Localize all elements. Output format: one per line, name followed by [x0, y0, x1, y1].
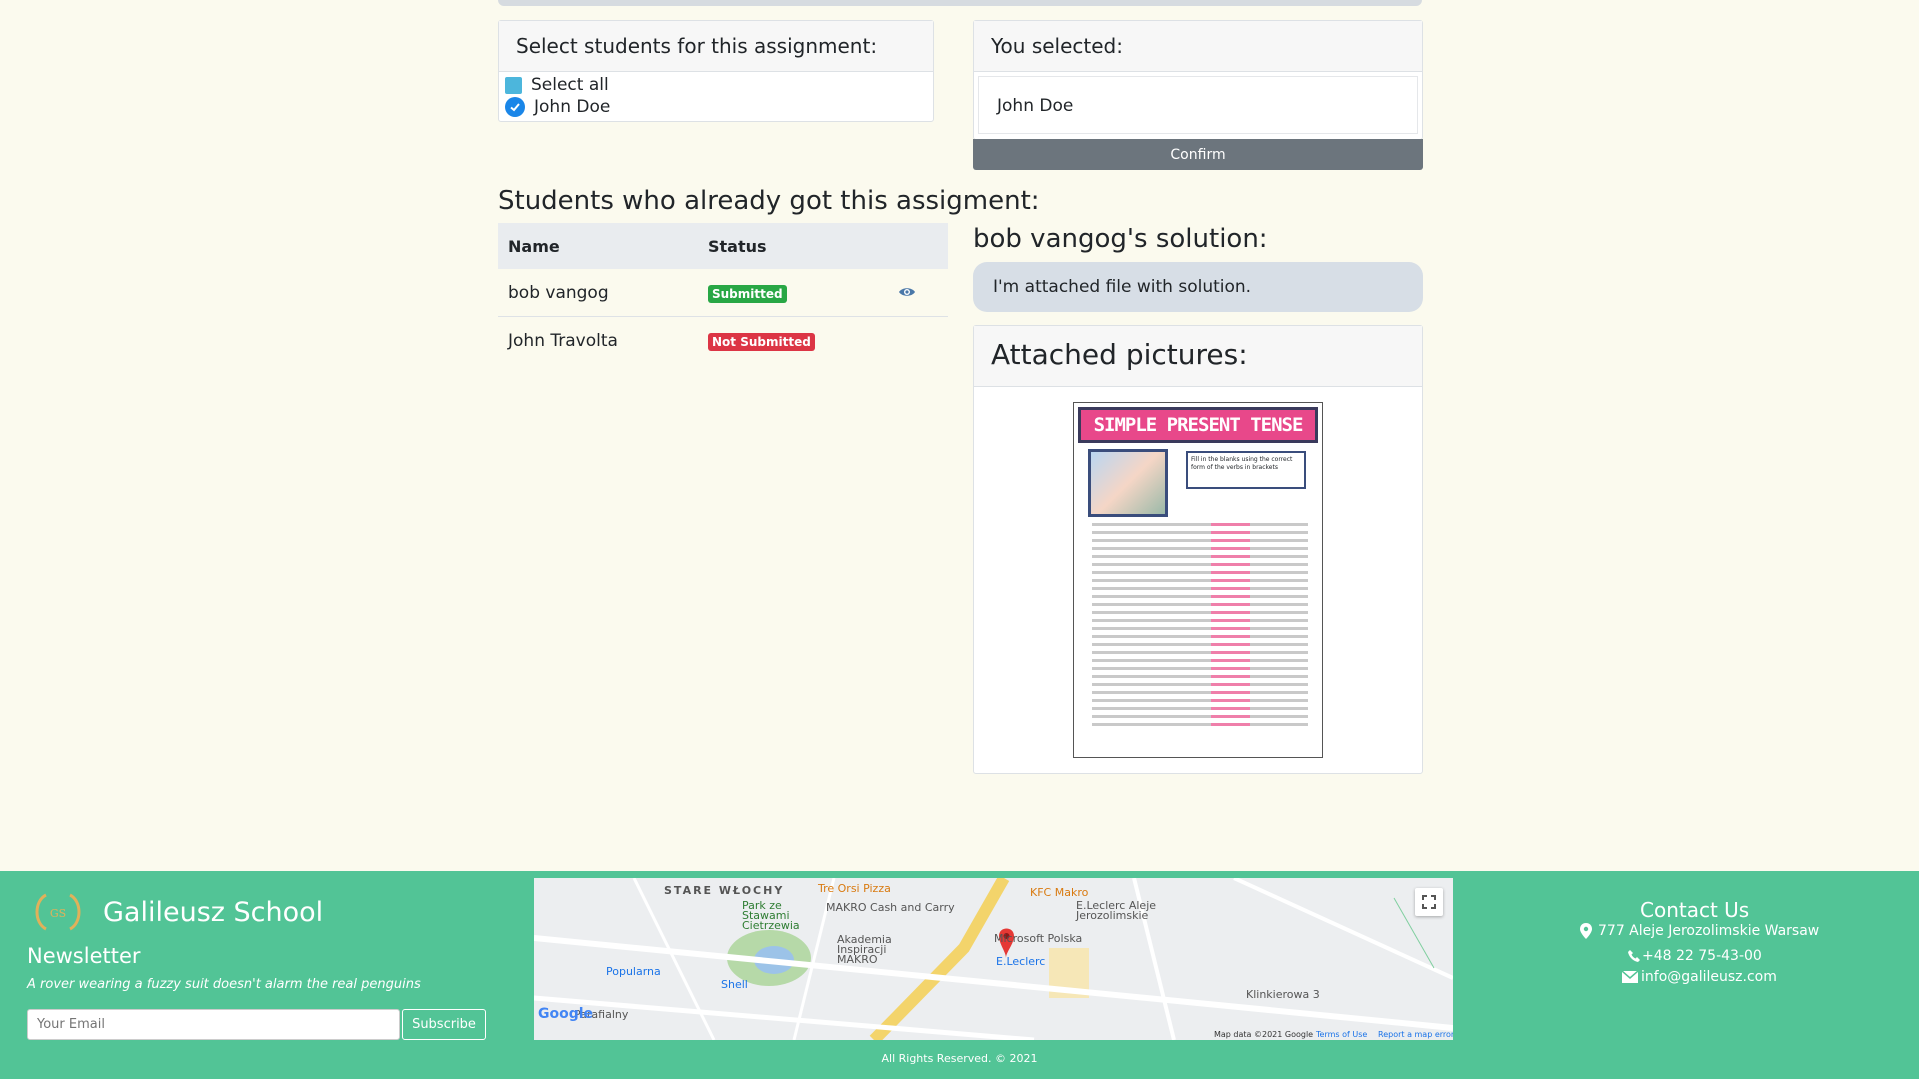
attached-pictures-card: Attached pictures: SIMPLE PRESENT TENSE … [973, 325, 1423, 774]
column-header-status: Status [708, 236, 767, 256]
copyright: All Rights Reserved. © 2021 [881, 1052, 1038, 1065]
map-report-link[interactable]: Report a map error [1378, 1030, 1453, 1039]
selected-student: John Doe [978, 76, 1418, 134]
map-label: Popularna [606, 965, 661, 978]
map-label: E.Leclerc Aleje Jerozolimskie [1076, 899, 1157, 922]
map-label: Akademia Inspiracji MAKRO [837, 933, 892, 966]
map-label: Microsoft Polska [994, 932, 1083, 945]
map-data-note: Map data ©2021 Google [1214, 1030, 1314, 1039]
status-badge: Not Submitted [708, 332, 815, 351]
worksheet-instructions: Fill in the blanks using the correct for… [1186, 451, 1306, 489]
newsletter-tagline: A rover wearing a fuzzy suit doesn't ala… [27, 977, 421, 992]
solution-text: I'm attached file with solution. [973, 262, 1423, 312]
email-text: info@galileusz.com [1641, 969, 1777, 985]
location-icon [1580, 923, 1592, 939]
students-table: Name Status bob vangog Submitted John Tr… [498, 223, 948, 364]
table-header: Name Status [498, 223, 948, 269]
confirm-button[interactable]: Confirm [973, 139, 1423, 170]
select-students-card: Select students for this assignment: Sel… [498, 20, 934, 122]
subscribe-button[interactable]: Subscribe [402, 1009, 486, 1040]
map-label: MAKRO Cash and Carry [826, 901, 955, 914]
school-name: Galileusz School [103, 897, 324, 928]
contact-address: 777 Aleje Jerozolimskie Warsaw [1580, 923, 1819, 939]
phone-icon [1628, 950, 1640, 962]
address-text: 777 Aleje Jerozolimskie Warsaw [1598, 923, 1820, 939]
selected-students-card: You selected: John Doe [973, 20, 1423, 140]
selected-title: You selected: [974, 21, 1422, 72]
map-label: Shell [721, 978, 748, 991]
location-map[interactable]: STARE WŁOCHY Tre Orsi Pizza KFC Makro Pa… [534, 878, 1453, 1040]
already-assigned-title: Students who already got this assigment: [498, 186, 1040, 216]
eye-icon[interactable] [898, 283, 948, 303]
student-name: bob vangog [508, 282, 609, 303]
map-roads [534, 878, 1453, 1040]
select-students-title: Select students for this assignment: [499, 21, 933, 72]
google-logo: Google [538, 1006, 594, 1022]
table-row[interactable]: John Travolta Not Submitted [498, 317, 948, 364]
footer: GS Galileusz School Newsletter A rover w… [0, 871, 1919, 1079]
svg-text:GS: GS [50, 907, 66, 920]
checkbox-icon [505, 76, 522, 94]
table-row[interactable]: bob vangog Submitted [498, 269, 948, 317]
checked-icon [505, 97, 525, 117]
contact-title: Contact Us [1640, 898, 1750, 922]
map-terms-link[interactable]: Terms of Use [1316, 1030, 1367, 1039]
map-label: STARE WŁOCHY [664, 884, 785, 897]
map-label: Park ze Stawami Cietrzewia [742, 899, 800, 932]
map-label: E.Leclerc [996, 955, 1046, 968]
attached-picture[interactable]: SIMPLE PRESENT TENSE Fill in the blanks … [1073, 402, 1323, 758]
select-all-checkbox[interactable]: Select all [499, 74, 933, 96]
map-label: KFC Makro [1030, 886, 1089, 899]
school-logo: GS [35, 893, 81, 931]
select-all-label: Select all [531, 75, 609, 95]
phone-text: +48 22 75-43-00 [1642, 948, 1762, 964]
top-card-edge [498, 0, 1422, 6]
status-badge: Submitted [708, 284, 787, 303]
solution-title: bob vangog's solution: [973, 224, 1268, 254]
contact-email[interactable]: info@galileusz.com [1622, 969, 1777, 985]
column-header-name: Name [508, 236, 560, 256]
map-label: Tre Orsi Pizza [818, 882, 891, 895]
student-label: John Doe [534, 97, 611, 117]
map-label: Klinkierowa 3 [1246, 988, 1320, 1001]
mail-icon [1622, 971, 1638, 983]
worksheet-text [1092, 523, 1308, 731]
newsletter-title: Newsletter [27, 944, 141, 968]
student-name: John Travolta [508, 330, 618, 351]
newsletter-email-input[interactable] [27, 1009, 400, 1040]
worksheet-illustration [1088, 449, 1168, 517]
worksheet-title: SIMPLE PRESENT TENSE [1078, 407, 1318, 443]
fullscreen-icon[interactable] [1415, 888, 1443, 916]
contact-phone: +48 22 75-43-00 [1628, 948, 1762, 964]
attached-pictures-title: Attached pictures: [974, 326, 1422, 387]
student-checkbox-john-doe[interactable]: John Doe [499, 96, 933, 118]
